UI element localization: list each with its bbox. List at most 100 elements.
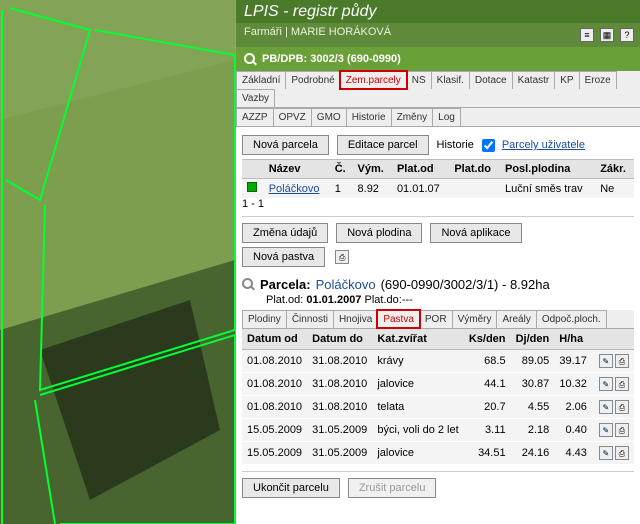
- cell-ks: 68.5: [464, 350, 511, 373]
- cell-dj: 30.87: [511, 373, 555, 396]
- end-parcel-button[interactable]: Ukončit parcelu: [242, 478, 340, 498]
- edit-icon[interactable]: ✎: [599, 377, 613, 391]
- table-pager: 1 - 1: [242, 198, 634, 210]
- subtab-por[interactable]: POR: [419, 310, 453, 328]
- cell-to: 31.08.2010: [307, 373, 372, 396]
- cell-dj: 2.18: [511, 419, 555, 442]
- tab-z-kladn-[interactable]: Základní: [236, 71, 286, 89]
- tab-gmo[interactable]: GMO: [311, 108, 347, 126]
- edit-icon[interactable]: ✎: [599, 400, 613, 414]
- col-header: Vým.: [353, 160, 392, 179]
- tab-zm-ny[interactable]: Změny: [391, 108, 434, 126]
- parcel-color-icon: [247, 182, 257, 192]
- cell-close: Ne: [595, 179, 634, 199]
- tab-ns[interactable]: NS: [406, 71, 432, 89]
- parcel-name[interactable]: Poláčkovo: [316, 277, 376, 292]
- user-parcels-link[interactable]: Parcely uživatele: [502, 139, 585, 151]
- table-row: 15.05.200931.05.2009jalovice34.5124.164.…: [242, 442, 634, 465]
- edit-icon[interactable]: ✎: [599, 423, 613, 437]
- cell-cat: krávy: [372, 350, 463, 373]
- table-row: 01.08.201031.08.2010krávy68.589.0539.17✎…: [242, 350, 634, 373]
- col-header: Název: [264, 160, 330, 179]
- cell-h: 39.17: [554, 350, 592, 373]
- cell-num: 1: [330, 179, 353, 199]
- new-grazing-button[interactable]: Nová pastva: [242, 247, 325, 267]
- cell-area: 8.92: [353, 179, 392, 199]
- cell-h: 10.32: [554, 373, 592, 396]
- cell-to: [449, 179, 500, 199]
- cell-actions: ✎⎙: [592, 442, 634, 465]
- col-header: Kat.zvířat: [372, 329, 463, 350]
- cell-dj: 24.16: [511, 442, 555, 465]
- col-header: Ks/den: [464, 329, 511, 350]
- history-checkbox[interactable]: [482, 139, 495, 152]
- tab-klasif-[interactable]: Klasif.: [431, 71, 470, 89]
- cell-from: 01.08.2010: [242, 396, 307, 419]
- cell-h: 4.43: [554, 442, 592, 465]
- subtab-hnojiva[interactable]: Hnojiva: [333, 310, 378, 328]
- list-icon[interactable]: ≡: [580, 28, 594, 42]
- tab-opvz[interactable]: OPVZ: [273, 108, 312, 126]
- col-header: Plat.od: [392, 160, 449, 179]
- map-panel[interactable]: [0, 0, 235, 524]
- table-row[interactable]: Poláčkovo 1 8.92 01.01.07 Luční směs tra…: [242, 179, 634, 199]
- tab-azzp[interactable]: AZZP: [236, 108, 274, 126]
- col-header: Posl.plodina: [500, 160, 595, 179]
- cell-ks: 44.1: [464, 373, 511, 396]
- cell-to: 31.05.2009: [307, 419, 372, 442]
- print-icon[interactable]: ⎙: [335, 250, 349, 264]
- print-icon[interactable]: ⎙: [615, 446, 629, 460]
- print-icon[interactable]: ⎙: [615, 377, 629, 391]
- tab-eroze[interactable]: Eroze: [579, 71, 617, 89]
- new-application-button[interactable]: Nová aplikace: [430, 223, 521, 243]
- cell-crop: Luční směs trav: [500, 179, 595, 199]
- tab-katastr[interactable]: Katastr: [512, 71, 556, 89]
- subtab-odpo-ploch-[interactable]: Odpoč.ploch.: [536, 310, 607, 328]
- col-header: Zákr.: [595, 160, 634, 179]
- print-icon[interactable]: ⎙: [615, 423, 629, 437]
- cell-cat: jalovice: [372, 442, 463, 465]
- print-icon[interactable]: ⎙: [615, 400, 629, 414]
- cell-actions: ✎⎙: [592, 419, 634, 442]
- cell-from: 15.05.2009: [242, 442, 307, 465]
- cell-ks: 20.7: [464, 396, 511, 419]
- tab-historie[interactable]: Historie: [346, 108, 392, 126]
- tab-podrobn-[interactable]: Podrobné: [285, 71, 340, 89]
- cell-to: 31.08.2010: [307, 396, 372, 419]
- parcel-detail: (690-0990/3002/3/1) - 8.92ha: [381, 277, 550, 292]
- parcel-label: Parcela:: [260, 277, 311, 292]
- print-icon[interactable]: ⎙: [615, 354, 629, 368]
- col-header: Datum do: [307, 329, 372, 350]
- edit-icon[interactable]: ✎: [599, 354, 613, 368]
- app-title: LPIS - registr půdy: [236, 0, 640, 23]
- cell-to: 31.05.2009: [307, 442, 372, 465]
- edit-icon[interactable]: ✎: [599, 446, 613, 460]
- tab-kp[interactable]: KP: [554, 71, 579, 89]
- table-row: 01.08.201031.08.2010jalovice44.130.8710.…: [242, 373, 634, 396]
- grid-icon[interactable]: ▦: [600, 28, 614, 42]
- subtab-v-m-ry[interactable]: Výměry: [452, 310, 498, 328]
- cell-dj: 4.55: [511, 396, 555, 419]
- col-actions: [592, 329, 634, 350]
- new-crop-button[interactable]: Nová plodina: [336, 223, 422, 243]
- cell-actions: ✎⎙: [592, 350, 634, 373]
- new-parcel-button[interactable]: Nová parcela: [242, 135, 329, 155]
- tab-log[interactable]: Log: [432, 108, 461, 126]
- subtab-plodiny[interactable]: Plodiny: [242, 310, 287, 328]
- parcel-detail-header: Parcela: Poláčkovo (690-0990/3002/3/1) -…: [242, 277, 634, 292]
- col-header: H/ha: [554, 329, 592, 350]
- cell-ks: 3.11: [464, 419, 511, 442]
- subtab--innosti[interactable]: Činnosti: [286, 310, 334, 328]
- tab-dotace[interactable]: Dotace: [469, 71, 513, 89]
- change-data-button[interactable]: Změna údajů: [242, 223, 328, 243]
- edit-parcel-button[interactable]: Editace parcel: [337, 135, 429, 155]
- col-header: Plat.do: [449, 160, 500, 179]
- subtab-are-ly[interactable]: Areály: [496, 310, 536, 328]
- tab-vazby[interactable]: Vazby: [236, 89, 275, 107]
- parcel-name-link[interactable]: Poláčkovo: [269, 183, 320, 195]
- cell-from: 01.08.2010: [242, 350, 307, 373]
- cell-from: 01.08.2010: [242, 373, 307, 396]
- help-icon[interactable]: ?: [620, 28, 634, 42]
- tab-zem-parcely[interactable]: Zem.parcely: [340, 71, 407, 89]
- subtab-pastva[interactable]: Pastva: [377, 310, 420, 328]
